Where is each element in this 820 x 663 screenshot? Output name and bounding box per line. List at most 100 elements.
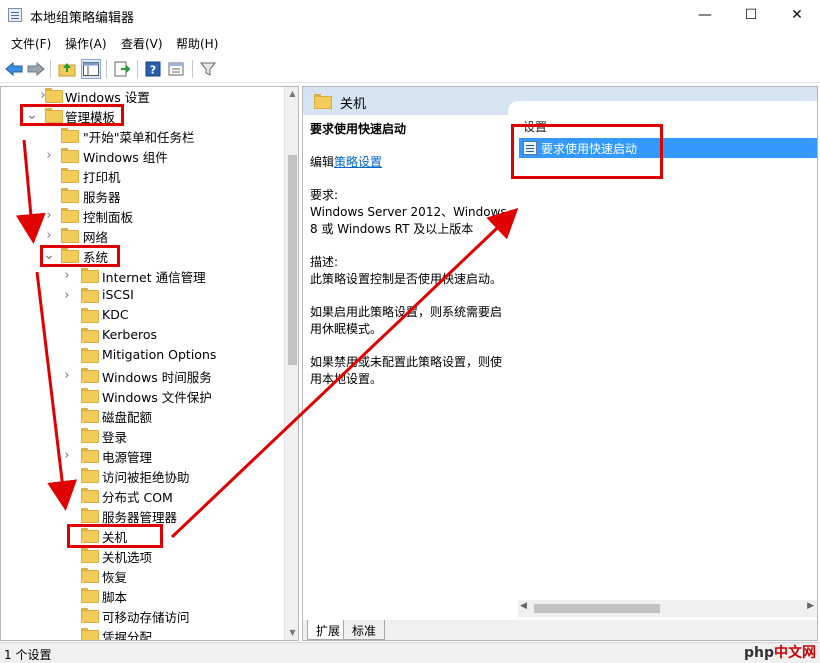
folder-icon — [81, 368, 99, 383]
tree-item-label: Mitigation Options — [102, 347, 217, 362]
tree-item[interactable]: 服务器 — [1, 185, 283, 205]
tree-item[interactable]: ⌄ 系统 — [1, 245, 283, 265]
tree-item-label: iSCSI — [102, 287, 134, 302]
tree-item[interactable]: 可移动存储访问 — [1, 605, 283, 625]
folder-icon — [314, 94, 332, 109]
tree-item[interactable]: 服务器管理器 — [1, 505, 283, 525]
properties-icon[interactable] — [166, 59, 186, 79]
tree-pane[interactable]: › Windows 设置 ⌄ 管理模板 "开始"菜单和任务栏 › Windows 组件 打印机… — [0, 86, 299, 641]
menu-view[interactable]: 查看(V) — [121, 35, 163, 52]
folder-icon — [81, 628, 99, 640]
tree-item[interactable]: › Internet 通信管理 — [1, 265, 283, 286]
tree-item[interactable]: › 电源管理 — [1, 445, 283, 466]
tree-item-label: 访问被拒绝协助 — [102, 470, 190, 485]
back-arrow-icon[interactable] — [4, 59, 24, 79]
export-list-icon[interactable] — [112, 59, 132, 79]
chevron-right-icon[interactable]: › — [44, 205, 54, 225]
folder-icon — [61, 188, 79, 203]
tree-item[interactable]: › Windows 组件 — [1, 145, 283, 166]
list-item[interactable]: 要求使用快速启动 — [519, 138, 817, 158]
tree-item[interactable]: 凭据分配 — [1, 625, 283, 641]
column-header-setting[interactable]: 设置 — [523, 118, 547, 135]
chevron-down-icon[interactable]: ⌄ — [43, 245, 55, 265]
tree-item[interactable]: Windows 文件保护 — [1, 385, 283, 405]
chevron-right-icon[interactable]: › — [44, 225, 54, 245]
list-horizontal-scrollbar[interactable]: ◀ ▶ — [518, 600, 817, 617]
maximize-button[interactable]: ☐ — [728, 0, 774, 30]
help-icon[interactable]: ? — [143, 59, 163, 79]
scroll-right-icon[interactable]: ▶ — [807, 601, 814, 611]
filter-icon[interactable] — [198, 59, 218, 79]
tree-item[interactable]: "开始"菜单和任务栏 — [1, 125, 283, 145]
chevron-right-icon[interactable]: › — [62, 445, 72, 465]
forward-arrow-icon[interactable] — [26, 59, 46, 79]
tree-item-label: 打印机 — [83, 170, 121, 185]
folder-icon — [81, 548, 99, 563]
scroll-left-icon[interactable]: ◀ — [520, 601, 527, 611]
policy-description: 要求使用快速启动 编辑策略设置 要求: Windows Server 2012、… — [310, 121, 510, 388]
tree-item[interactable]: 登录 — [1, 425, 283, 445]
folder-icon — [81, 508, 99, 523]
chevron-right-icon[interactable]: › — [62, 485, 72, 505]
tree-item[interactable]: 关机选项 — [1, 545, 283, 565]
tree-item[interactable]: 打印机 — [1, 165, 283, 185]
description-label: 描述: — [310, 255, 339, 269]
tree-item[interactable]: 访问被拒绝协助 — [1, 465, 283, 485]
folder-icon — [61, 228, 79, 243]
tree-item[interactable]: › Windows 时间服务 — [1, 365, 283, 386]
watermark-logo: php中文网 — [744, 645, 817, 661]
tree-item-label: 关机选项 — [102, 550, 153, 565]
tree-item[interactable]: 磁盘配额 — [1, 405, 283, 425]
hscroll-thumb[interactable] — [534, 604, 660, 613]
toolbar: ? — [0, 55, 820, 83]
folder-icon — [45, 88, 63, 103]
up-folder-icon[interactable] — [57, 59, 77, 79]
chevron-right-icon[interactable]: › — [44, 145, 54, 165]
settings-list: 设置 要求使用快速启动 — [508, 101, 817, 621]
scroll-thumb[interactable] — [288, 155, 297, 365]
tree-item[interactable]: Mitigation Options — [1, 345, 283, 365]
show-hide-tree-icon[interactable] — [81, 59, 101, 79]
edit-policy-link[interactable]: 策略设置 — [334, 155, 382, 169]
tree-item-label: 管理模板 — [65, 110, 116, 125]
menu-file[interactable]: 文件(F) — [11, 35, 51, 52]
chevron-down-icon[interactable]: ⌄ — [26, 105, 38, 125]
tree-item[interactable]: 脚本 — [1, 585, 283, 605]
menu-help[interactable]: 帮助(H) — [176, 35, 218, 52]
scroll-up-icon[interactable]: ▲ — [285, 87, 298, 101]
requirements-label: 要求: — [310, 188, 339, 202]
tree-item-label: KDC — [102, 307, 129, 322]
tree-item[interactable]: › 控制面板 — [1, 205, 283, 226]
tab-standard[interactable]: 标准 — [343, 620, 386, 640]
chevron-right-icon[interactable]: › — [62, 365, 72, 385]
tree-item[interactable]: › iSCSI — [1, 285, 283, 305]
folder-icon — [61, 208, 79, 223]
folder-icon — [81, 528, 99, 543]
scroll-down-icon[interactable]: ▼ — [285, 626, 298, 640]
list-item-label: 要求使用快速启动 — [541, 142, 638, 156]
tree-item[interactable]: 恢复 — [1, 565, 283, 585]
tree-item[interactable]: KDC — [1, 305, 283, 325]
tree-item[interactable]: 关机 — [1, 525, 283, 545]
minimize-button[interactable]: — — [682, 0, 728, 30]
chevron-right-icon[interactable]: › — [62, 265, 72, 285]
details-pane: 关机 要求使用快速启动 编辑策略设置 要求: Windows Server 20… — [302, 86, 818, 641]
tree-item-label: 控制面板 — [83, 210, 134, 225]
chevron-right-icon[interactable]: › — [62, 285, 72, 305]
close-button[interactable]: ✕ — [774, 0, 820, 30]
tree-item[interactable]: ⌄ 管理模板 — [1, 105, 283, 125]
tree-item-label: Windows 组件 — [83, 150, 168, 165]
tree-item[interactable]: › 分布式 COM — [1, 485, 283, 506]
tree-item-label: 凭据分配 — [102, 630, 153, 641]
folder-icon — [81, 288, 99, 303]
tree-vertical-scrollbar[interactable]: ▲ ▼ — [284, 87, 298, 640]
folder-icon — [61, 248, 79, 263]
tree-item[interactable]: › 网络 — [1, 225, 283, 246]
tree-item[interactable]: › Windows 设置 — [1, 87, 283, 106]
tree-item[interactable]: Kerberos — [1, 325, 283, 345]
tree-item-label: 磁盘配额 — [102, 410, 153, 425]
folder-icon — [81, 308, 99, 323]
folder-icon — [61, 128, 79, 143]
menu-action[interactable]: 操作(A) — [65, 35, 107, 52]
folder-icon — [81, 608, 99, 623]
